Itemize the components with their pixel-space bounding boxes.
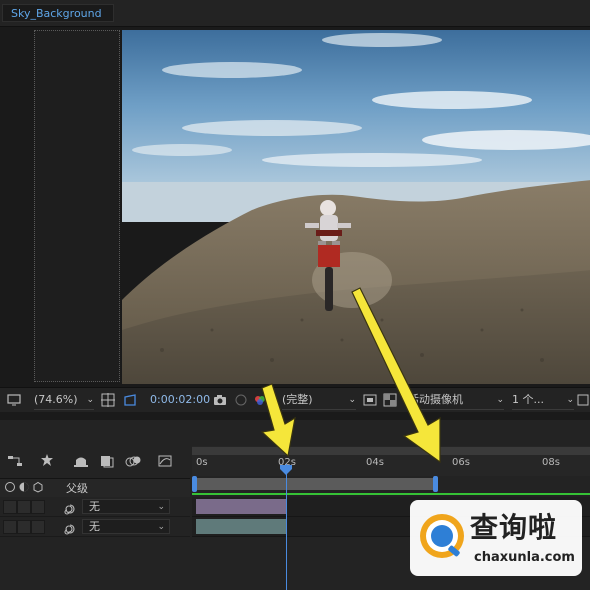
motocross-scene-image [122, 30, 590, 384]
watermark-logo [420, 514, 464, 558]
safe-zones-icon[interactable] [100, 392, 116, 408]
views-dropdown[interactable]: 1 个... ⌄ [512, 391, 574, 410]
panel-divider [0, 412, 590, 420]
motion-blur-icon[interactable] [124, 452, 142, 470]
viewer-pasteboard [34, 30, 120, 382]
work-area-bar[interactable] [194, 478, 436, 490]
resolution-value: (完整) [282, 393, 313, 406]
pick-whip-icon[interactable] [64, 520, 76, 539]
layer-column-header: 父级 [0, 478, 190, 498]
parent-value: 无 [89, 520, 100, 533]
chevron-down-icon: ⌄ [566, 395, 574, 405]
composition-tab-bar: Sky_Background [0, 0, 590, 27]
layer-switch[interactable] [3, 500, 17, 514]
camera-dropdown[interactable]: 活动摄像机 ⌄ [408, 391, 504, 410]
frame-blending-icon[interactable] [98, 452, 116, 470]
ruler-label: 08s [542, 457, 560, 468]
layer-switch[interactable] [17, 520, 31, 534]
ruler-label: 0s [196, 457, 208, 468]
watermark-title: 查询啦 [470, 511, 558, 544]
channel-color-icon[interactable] [252, 392, 268, 408]
chevron-down-icon: ⌄ [157, 522, 165, 532]
layer-duration-bar[interactable] [196, 499, 287, 514]
work-area-start-handle[interactable] [192, 476, 197, 492]
transparency-grid-icon[interactable] [382, 392, 398, 408]
parent-value: 无 [89, 500, 100, 513]
snapshot-camera-icon[interactable] [212, 392, 228, 408]
ruler-label: 06s [452, 457, 470, 468]
tab-sky-background[interactable]: Sky_Background [2, 4, 114, 22]
parent-dropdown[interactable]: 无 ⌄ [82, 499, 170, 514]
timeline-toolbar [0, 448, 190, 476]
views-value: 1 个... [512, 393, 544, 406]
resolution-dropdown[interactable]: (完整) ⌄ [282, 391, 356, 410]
hide-shy-layers-icon[interactable] [72, 452, 90, 470]
watermark-badge: 查询啦 chaxunla.com [410, 500, 582, 576]
mask-visibility-icon[interactable] [122, 392, 138, 408]
lock-switch-icon[interactable] [32, 481, 44, 496]
layer-row[interactable]: 无 ⌄ [0, 497, 190, 517]
chevron-down-icon: ⌄ [348, 395, 356, 405]
current-time-indicator[interactable] [286, 464, 287, 590]
composition-viewer[interactable] [0, 27, 590, 387]
playhead-handle-icon[interactable] [280, 460, 292, 475]
solo-switch-icon[interactable] [18, 481, 30, 496]
chevron-down-icon: ⌄ [496, 395, 504, 405]
layer-switch[interactable] [3, 520, 17, 534]
layer-duration-bar[interactable] [196, 519, 287, 534]
show-snapshot-icon[interactable] [233, 392, 249, 408]
parent-dropdown[interactable]: 无 ⌄ [82, 519, 170, 534]
comp-flowchart-icon[interactable] [6, 452, 24, 470]
chevron-down-icon: ⌄ [157, 502, 165, 512]
timeline-navigator-bar[interactable] [192, 447, 590, 455]
zoom-dropdown[interactable]: (74.6%) ⌄ [34, 391, 94, 410]
tab-label: Sky_Background [11, 7, 102, 20]
draft-3d-icon[interactable] [38, 452, 56, 470]
watermark-url: chaxunla.com [474, 550, 575, 565]
chevron-down-icon: ⌄ [86, 395, 94, 405]
zoom-value: (74.6%) [34, 393, 78, 406]
always-preview-icon[interactable] [6, 392, 22, 408]
render-cache-bar [192, 493, 590, 495]
viewer-toolbar: (74.6%) ⌄ 0:00:02:00 (完整) ⌄ 活动摄像机 ⌄ 1 个.… [0, 387, 590, 413]
composition-frame[interactable] [122, 30, 590, 384]
after-effects-window: Sky_Background (74.6%) ⌄ 0:00:02:00 (完整)… [0, 0, 590, 590]
camera-value: 活动摄像机 [408, 393, 463, 406]
layer-switch[interactable] [17, 500, 31, 514]
video-switch-icon[interactable] [4, 481, 16, 496]
work-area-end-handle[interactable] [433, 476, 438, 492]
reset-exposure-icon[interactable] [576, 392, 590, 408]
current-timecode[interactable]: 0:00:02:00 [150, 388, 210, 412]
graph-editor-icon[interactable] [156, 452, 174, 470]
layer-switch[interactable] [31, 500, 45, 514]
parent-column-label: 父级 [66, 482, 88, 495]
ruler-label: 04s [366, 457, 384, 468]
layer-row[interactable]: 无 ⌄ [0, 517, 190, 537]
layer-switch[interactable] [31, 520, 45, 534]
region-of-interest-icon[interactable] [362, 392, 378, 408]
